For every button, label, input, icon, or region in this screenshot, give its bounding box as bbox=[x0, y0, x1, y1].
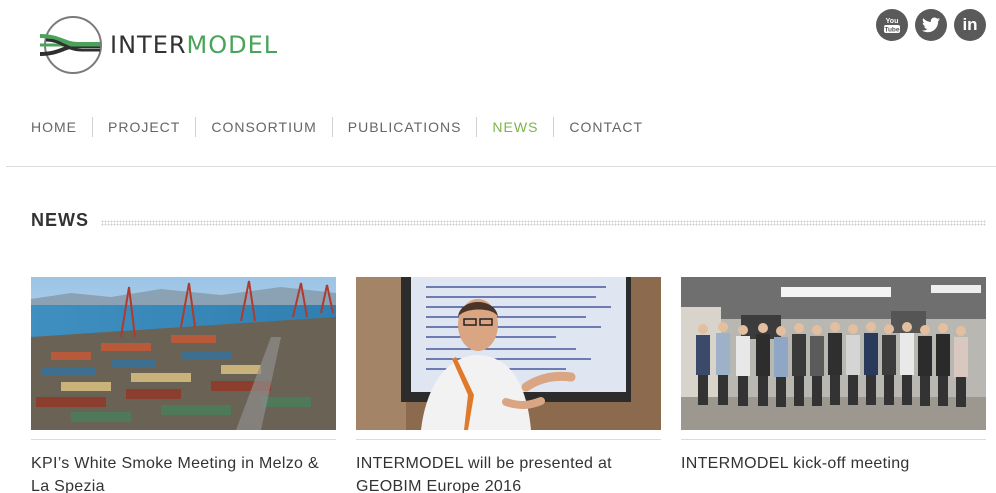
card-divider bbox=[681, 439, 986, 440]
nav-item-news[interactable]: NEWS bbox=[476, 117, 553, 137]
news-title[interactable]: INTERMODEL will be presented at GEOBIM E… bbox=[356, 452, 661, 493]
card-divider bbox=[356, 439, 661, 440]
youtube-icon[interactable]: You Tube bbox=[876, 9, 908, 41]
dotted-divider bbox=[101, 219, 986, 226]
linkedin-label: in bbox=[962, 15, 978, 34]
logo-mark-icon bbox=[39, 16, 102, 74]
news-card[interactable]: KPI’s White Smoke Meeting in Melzo & La … bbox=[31, 277, 336, 493]
news-list: KPI’s White Smoke Meeting in Melzo & La … bbox=[31, 277, 986, 493]
nav-item-project[interactable]: PROJECT bbox=[92, 117, 195, 137]
news-card[interactable]: INTERMODEL kick-off meeting bbox=[681, 277, 986, 493]
twitter-icon[interactable] bbox=[915, 9, 947, 41]
svg-text:You: You bbox=[886, 18, 899, 25]
nav-item-consortium[interactable]: CONSORTIUM bbox=[195, 117, 331, 137]
nav-item-contact[interactable]: CONTACT bbox=[553, 117, 658, 137]
news-title[interactable]: KPI’s White Smoke Meeting in Melzo & La … bbox=[31, 452, 336, 493]
nav-item-publications[interactable]: PUBLICATIONS bbox=[331, 117, 477, 137]
site-header: INTERMODEL You Tube in HOME PROJECT CONS… bbox=[0, 0, 996, 170]
linkedin-icon[interactable]: in bbox=[954, 9, 986, 41]
news-image-group[interactable] bbox=[681, 277, 986, 430]
nav-item-home[interactable]: HOME bbox=[31, 117, 92, 137]
header-divider bbox=[6, 166, 996, 167]
news-image-port[interactable] bbox=[31, 277, 336, 430]
main-nav: HOME PROJECT CONSORTIUM PUBLICATIONS NEW… bbox=[31, 117, 658, 137]
card-divider bbox=[31, 439, 336, 440]
news-image-presentation[interactable] bbox=[356, 277, 661, 430]
news-section-header: NEWS bbox=[31, 210, 986, 231]
news-title[interactable]: INTERMODEL kick-off meeting bbox=[681, 452, 986, 475]
svg-text:Tube: Tube bbox=[884, 27, 899, 34]
site-logo[interactable]: INTERMODEL bbox=[38, 14, 288, 76]
social-links: You Tube in bbox=[876, 9, 986, 41]
section-title: NEWS bbox=[31, 210, 89, 230]
news-card[interactable]: INTERMODEL will be presented at GEOBIM E… bbox=[356, 277, 661, 493]
logo-wordmark: INTERMODEL bbox=[110, 31, 279, 59]
